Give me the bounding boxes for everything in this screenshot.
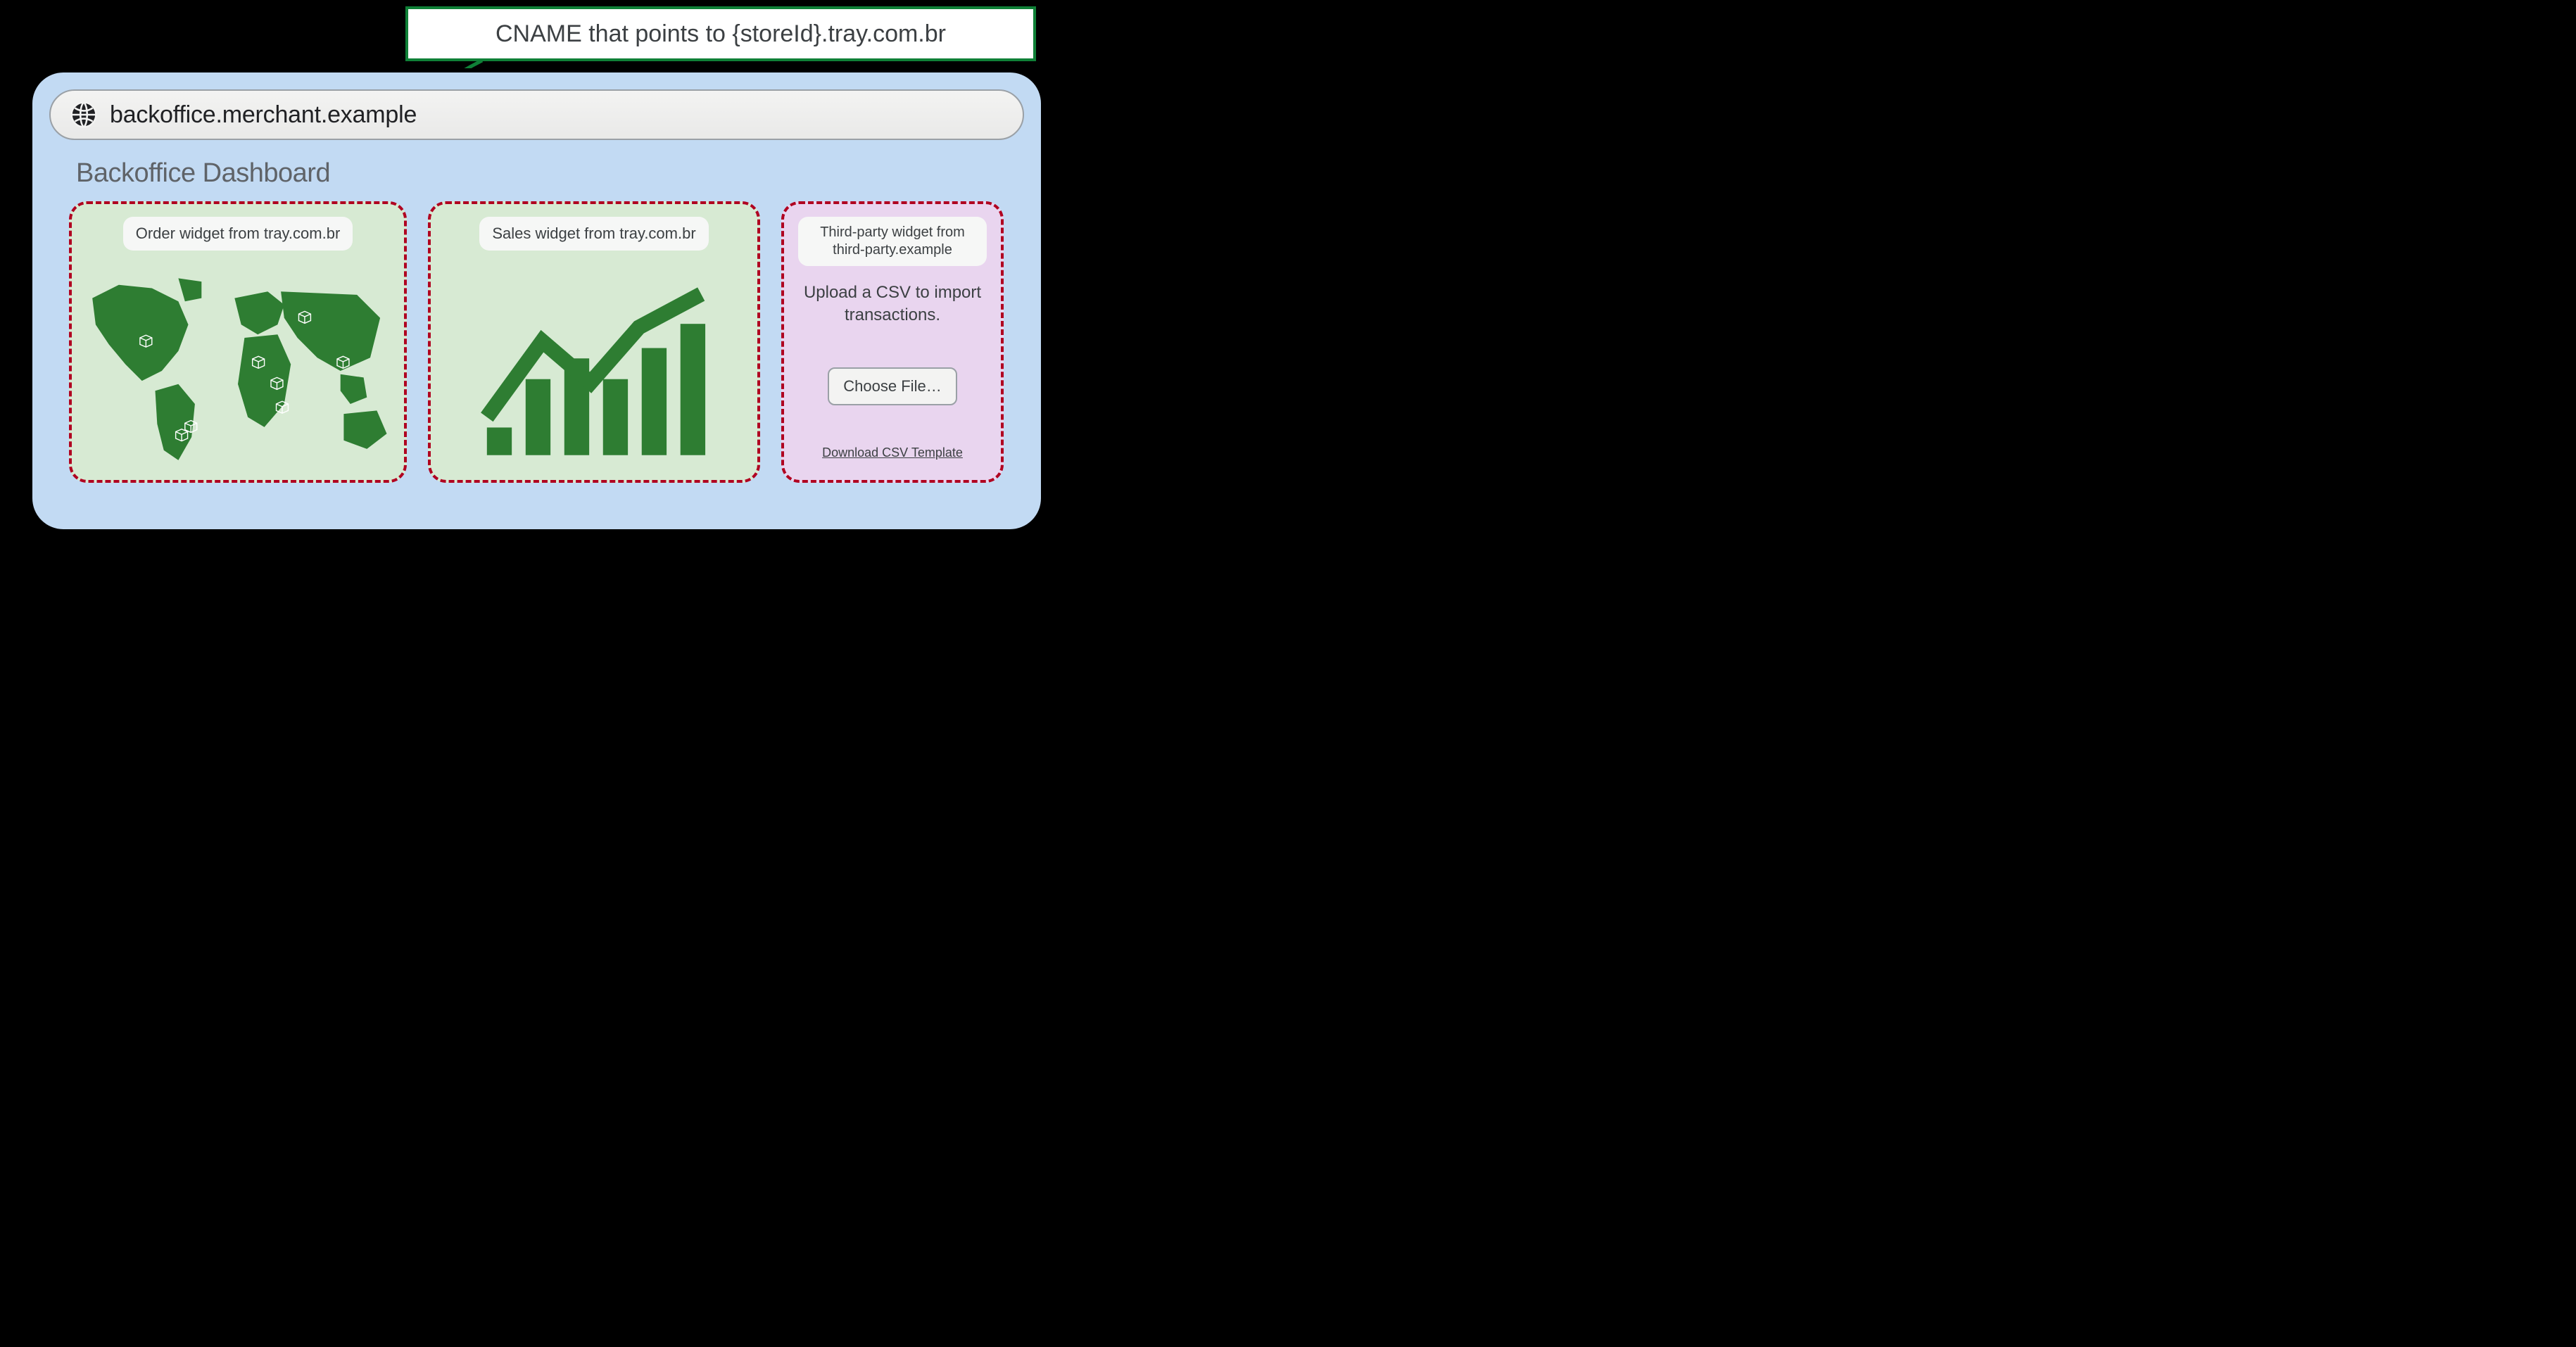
sales-widget: Sales widget from tray.com.br (428, 201, 760, 483)
bar-chart-icon (480, 282, 708, 456)
order-widget-label: Order widget from tray.com.br (123, 217, 353, 251)
address-url: backoffice.merchant.example (110, 101, 417, 129)
third-party-widget: Third-party widget from third-party.exam… (781, 201, 1004, 483)
third-party-widget-label: Third-party widget from third-party.exam… (798, 217, 987, 266)
upload-message: Upload a CSV to import transactions. (801, 282, 984, 327)
world-map-icon (72, 272, 404, 470)
order-widget: Order widget from tray.com.br (69, 201, 407, 483)
download-csv-template-link[interactable]: Download CSV Template (822, 445, 963, 460)
widgets-row: Order widget from tray.com.br (49, 201, 1024, 483)
page-title: Backoffice Dashboard (76, 158, 1024, 189)
callout-text: CNAME that points to {storeId}.tray.com.… (495, 20, 946, 48)
sales-widget-label: Sales widget from tray.com.br (479, 217, 708, 251)
cname-callout: CNAME that points to {storeId}.tray.com.… (405, 6, 1036, 61)
browser-window: backoffice.merchant.example Backoffice D… (28, 68, 1045, 533)
address-bar[interactable]: backoffice.merchant.example (49, 89, 1024, 140)
globe-icon (70, 101, 97, 128)
choose-file-button[interactable]: Choose File… (828, 367, 956, 405)
